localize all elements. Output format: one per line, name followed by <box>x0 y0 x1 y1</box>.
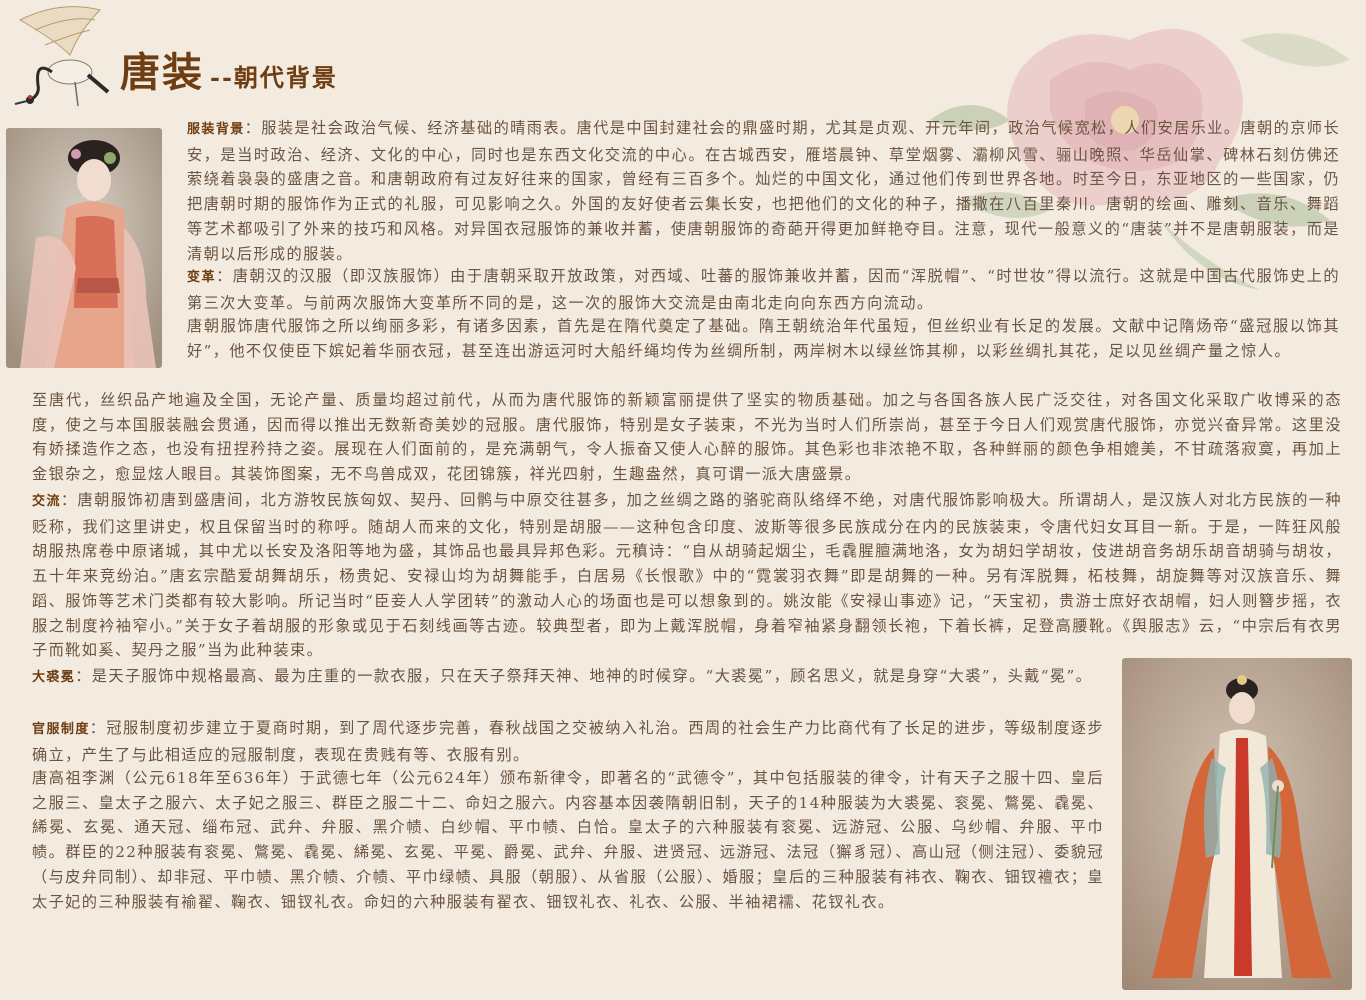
section-reasons-2: 至唐代，丝织品产地遍及全国，无论产量、质量均超过前代，从而为唐代服饰的新颖富丽提… <box>32 391 1342 484</box>
section-dachiumian: 大裘冕：是天子服饰中规格最高、最为庄重的一款衣服，只在天子祭拜天神、地神的时候穿… <box>32 664 1110 691</box>
text-exchange: ：唐朝服饰初唐到盛唐间，北方游牧民族匈奴、契丹、回鹘与中原交往甚多，加之丝绸之路… <box>32 491 1343 660</box>
label-exchange: 交流 <box>32 494 61 509</box>
page: 唐装 --朝代背景 服装背景：服装是社会政治气候、经济基础的晴雨表。唐代是中国封… <box>0 0 1366 1000</box>
section-background: 服装背景：服装是社会政治气候、经济基础的晴雨表。唐代是中国封建社会的鼎盛时期，尤… <box>187 116 1340 266</box>
label-official: 官服制度 <box>32 722 90 737</box>
section-official: 官服制度：冠服制度初步建立于夏商时期，到了周代逐步完善，春秋战国之交被纳入礼治。… <box>32 716 1104 767</box>
title-subtitle: --朝代背景 <box>210 63 338 92</box>
label-background: 服装背景 <box>187 122 245 137</box>
section-reasons-1: 唐朝服饰唐代服饰之所以绚丽多彩，有诸多因素，首先是在隋代奠定了基础。隋王朝统治年… <box>187 317 1340 360</box>
section-change: 变革：唐朝汉的汉服（即汉族服饰）由于唐朝采取开放政策，对西域、吐蕃的服饰兼收并蓄… <box>187 264 1340 315</box>
text-dachiumian: ：是天子服饰中规格最高、最为庄重的一款衣服，只在天子祭拜天神、地神的时候穿。“大… <box>75 667 1093 685</box>
title-main: 唐装 <box>120 49 204 96</box>
text-official: ：冠服制度初步建立于夏商时期，到了周代逐步完善，春秋战国之交被纳入礼治。西周的社… <box>32 719 1104 764</box>
section-wude: 唐高祖李渊（公元618年至636年）于武德七年（公元624年）颁布新律令，即著名… <box>32 769 1104 911</box>
woman-in-tang-dress-photo <box>6 128 162 368</box>
crane-illustration <box>14 6 110 107</box>
woman-in-tang-dress-full-photo <box>1122 658 1352 990</box>
section-exchange: 交流：唐朝服饰初唐到盛唐间，北方游牧民族匈奴、契丹、回鹘与中原交往甚多，加之丝绸… <box>32 488 1342 663</box>
page-title: 唐装 --朝代背景 <box>120 40 338 100</box>
text-background: ：服装是社会政治气候、经济基础的晴雨表。唐代是中国封建社会的鼎盛时期，尤其是贞观… <box>187 119 1340 263</box>
label-change: 变革 <box>187 270 217 285</box>
text-change: ：唐朝汉的汉服（即汉族服饰）由于唐朝采取开放政策，对西域、吐蕃的服饰兼收并蓄，因… <box>187 267 1340 312</box>
label-dachiumian: 大裘冕 <box>32 670 76 685</box>
